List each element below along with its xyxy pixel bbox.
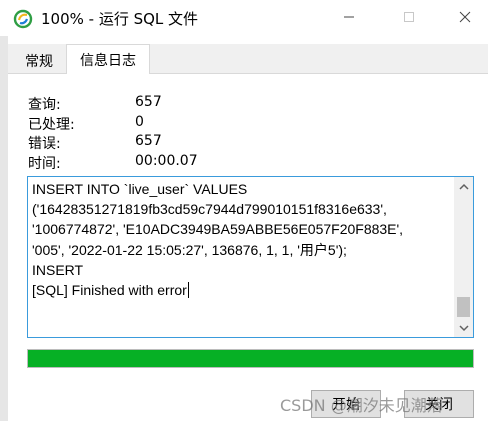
stat-value: 657 [135, 133, 162, 149]
stat-value: 00:00.07 [135, 152, 198, 169]
tab-bar: 常规 信息日志 [8, 44, 488, 74]
stat-row-queries: 查询: 657 [28, 94, 328, 114]
run-sql-file-dialog: 100% - 运行 SQL 文件 常规 信息日志 查询: 657 已处理: 0 … [0, 0, 488, 421]
stat-label: 查询: [28, 97, 61, 113]
tab-info-log[interactable]: 信息日志 [66, 44, 150, 74]
log-scrollbar[interactable] [454, 177, 473, 337]
stat-label: 错误: [28, 136, 61, 152]
scroll-thumb[interactable] [457, 297, 470, 317]
stat-row-processed: 已处理: 0 [28, 114, 328, 134]
stat-value: 657 [135, 94, 162, 110]
watermark: CSDN @潮汐未见潮落 [280, 396, 443, 415]
stat-label: 时间: [28, 155, 61, 172]
chevron-up-icon [458, 183, 469, 190]
tab-general[interactable]: 常规 [16, 48, 62, 74]
title-bar: 100% - 运行 SQL 文件 [0, 0, 488, 36]
log-text: INSERT INTO `live_user` VALUES ('1642835… [32, 181, 404, 299]
close-window-button[interactable] [442, 0, 488, 34]
log-textarea[interactable]: INSERT INTO `live_user` VALUES ('1642835… [27, 176, 474, 338]
log-content: INSERT INTO `live_user` VALUES ('1642835… [32, 179, 452, 300]
navicat-icon [12, 8, 34, 30]
maximize-icon [404, 12, 414, 22]
scroll-down-button[interactable] [454, 318, 473, 337]
progress-fill [28, 350, 473, 367]
stat-label: 已处理: [28, 116, 75, 133]
window-title: 100% - 运行 SQL 文件 [41, 10, 199, 28]
stat-row-time: 时间: 00:00.07 [28, 153, 328, 173]
maximize-button[interactable] [386, 0, 432, 34]
background-window-strip [0, 0, 8, 421]
progress-bar [27, 349, 474, 368]
close-icon [459, 11, 471, 23]
stats-panel: 查询: 657 已处理: 0 错误: 657 时间: 00:00.07 [28, 94, 328, 172]
stat-row-errors: 错误: 657 [28, 133, 328, 153]
minimize-button[interactable] [326, 0, 372, 34]
scroll-up-button[interactable] [454, 177, 473, 196]
minimize-icon [344, 16, 354, 18]
text-caret [187, 282, 189, 299]
stat-value: 0 [135, 113, 144, 130]
chevron-down-icon [458, 324, 469, 331]
